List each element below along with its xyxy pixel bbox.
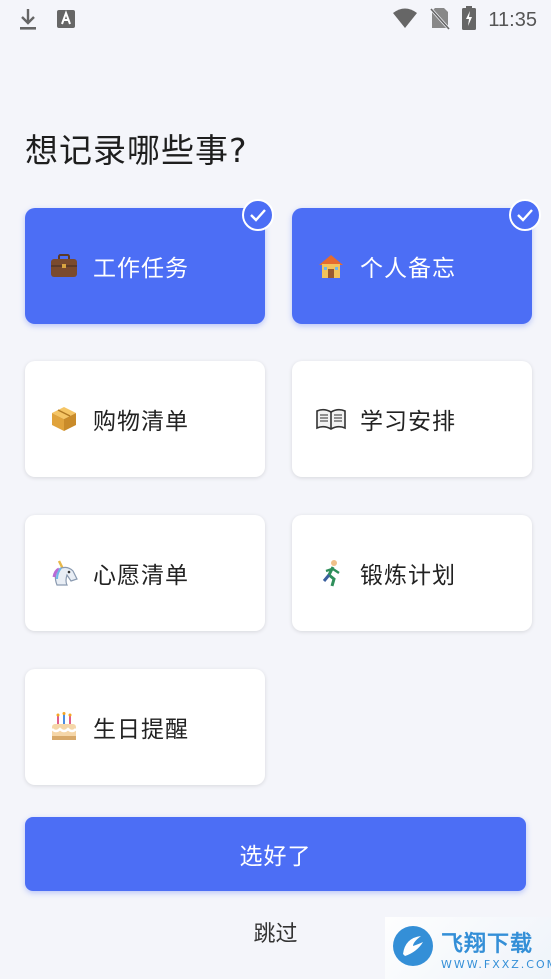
option-label: 个人备忘 xyxy=(360,256,456,282)
checkmark-icon xyxy=(242,199,274,231)
watermark-title: 飞翔下载 xyxy=(441,931,534,957)
option-card-shopping-list[interactable]: 购物清单 xyxy=(25,361,265,477)
briefcase-icon xyxy=(49,251,79,281)
birthday-cake-icon xyxy=(49,712,79,742)
battery-charging-icon xyxy=(462,6,477,34)
unicorn-icon xyxy=(49,558,79,588)
confirm-button[interactable]: 选好了 xyxy=(25,817,526,891)
page-title: 想记录哪些事? xyxy=(25,131,248,170)
option-label: 心愿清单 xyxy=(93,563,189,589)
open-book-icon xyxy=(316,404,346,434)
download-icon xyxy=(18,7,38,35)
option-card-personal-memo[interactable]: 个人备忘 xyxy=(292,199,541,324)
no-sim-icon xyxy=(430,6,451,34)
watermark-logo-icon xyxy=(391,924,435,972)
status-bar: 11:35 xyxy=(0,0,551,38)
option-card-work-tasks[interactable]: 工作任务 xyxy=(25,199,274,324)
option-label: 工作任务 xyxy=(93,256,189,282)
status-time: 11:35 xyxy=(488,8,537,31)
option-card-study-plan[interactable]: 学习安排 xyxy=(292,361,532,477)
option-card-exercise-plan[interactable]: 锻炼计划 xyxy=(292,515,532,631)
watermark-url: WWW.FXXZ.COM xyxy=(441,957,551,971)
house-icon xyxy=(316,251,346,281)
package-icon xyxy=(49,404,79,434)
option-label: 锻炼计划 xyxy=(360,563,456,589)
option-card-wish-list[interactable]: 心愿清单 xyxy=(25,515,265,631)
option-label: 生日提醒 xyxy=(93,717,189,743)
runner-icon xyxy=(316,558,346,588)
checkmark-icon xyxy=(509,199,541,231)
a-box-icon xyxy=(56,9,76,33)
watermark: 飞翔下载 WWW.FXXZ.COM xyxy=(385,917,551,979)
option-card-birthday-reminder[interactable]: 生日提醒 xyxy=(25,669,265,785)
option-label: 学习安排 xyxy=(360,409,456,435)
wifi-icon xyxy=(392,7,418,33)
option-label: 购物清单 xyxy=(93,409,189,435)
